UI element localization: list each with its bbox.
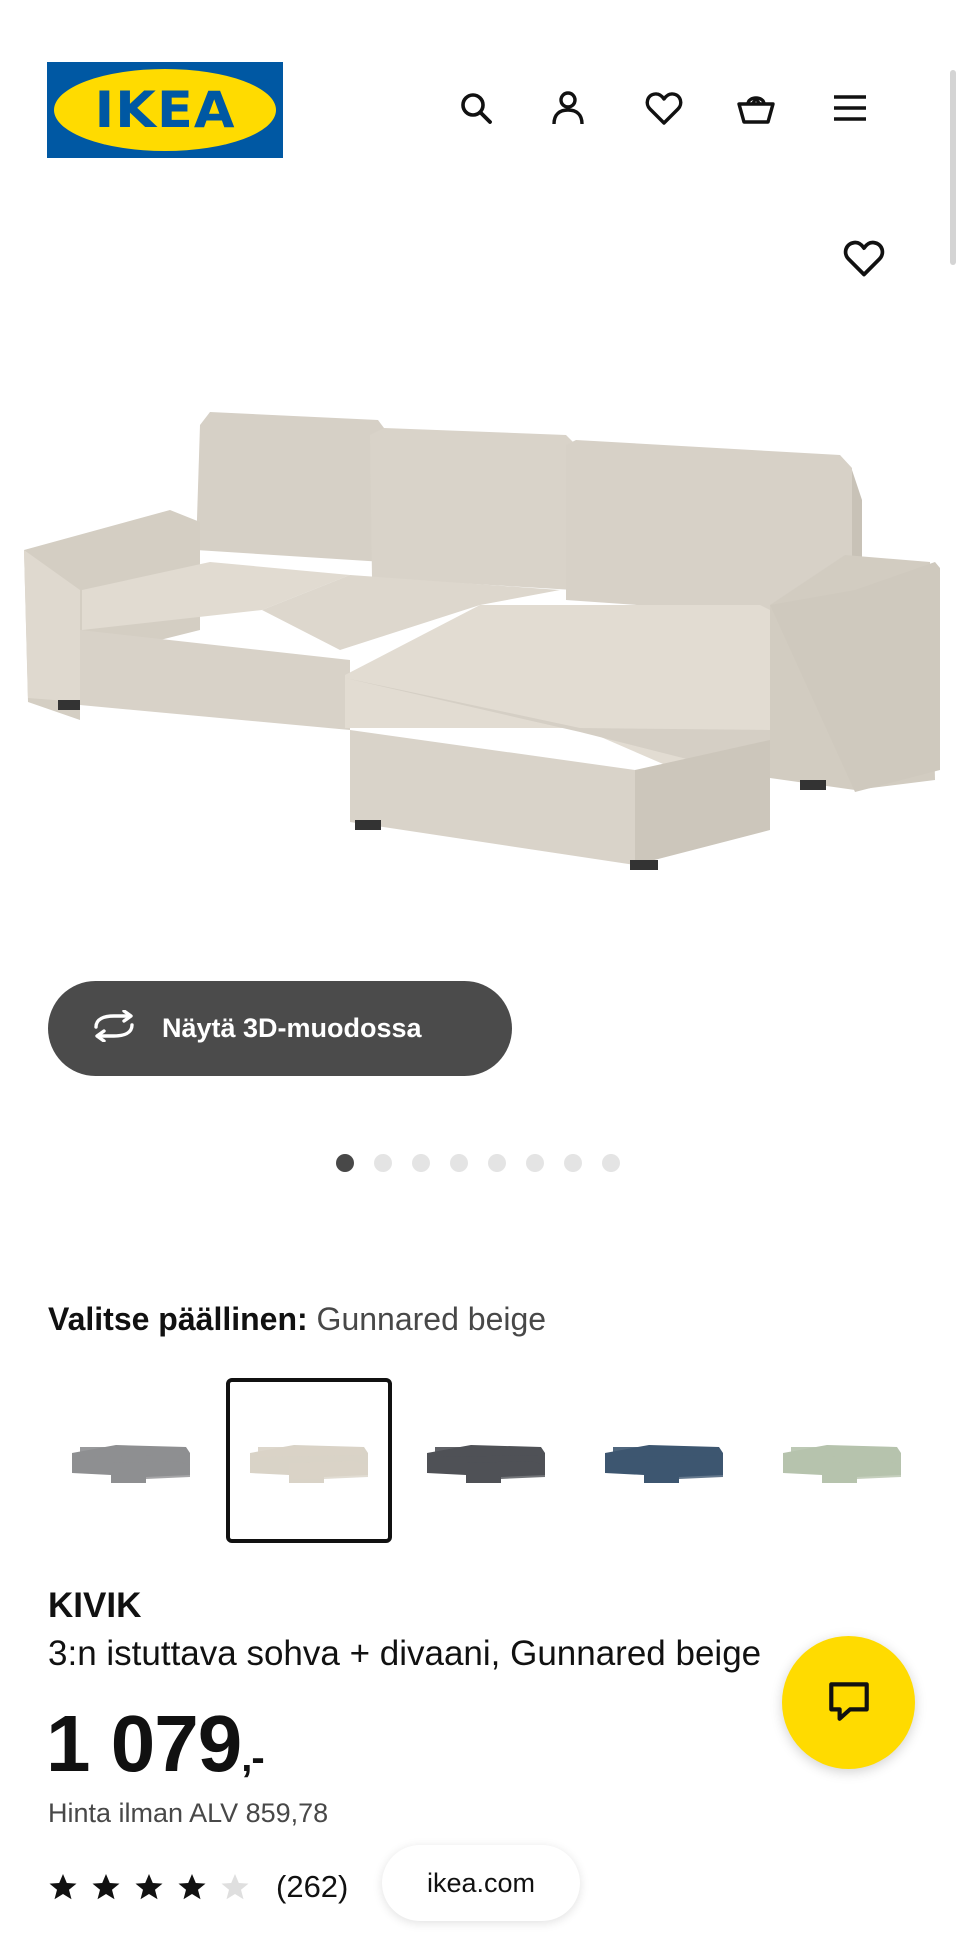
review-count[interactable]: (262) xyxy=(276,1869,348,1905)
page-scrollbar[interactable] xyxy=(950,70,956,265)
url-text: ikea.com xyxy=(426,1867,536,1898)
logo-registered-mark: ® xyxy=(262,78,270,89)
image-pagination xyxy=(336,1154,620,1172)
basket-icon[interactable] xyxy=(734,86,778,130)
star-filled-icon xyxy=(49,1874,77,1900)
chat-button[interactable] xyxy=(782,1636,915,1769)
cover-swatch-beige[interactable] xyxy=(226,1378,392,1543)
price-excl-vat: Hinta ilman ALV 859,78 xyxy=(48,1798,329,1828)
favorite-product-icon[interactable] xyxy=(840,234,888,282)
cover-swatch-gray[interactable] xyxy=(48,1378,214,1543)
site-header: IKEA ® xyxy=(0,0,960,180)
pagination-dot[interactable] xyxy=(374,1154,392,1172)
star-filled-icon xyxy=(92,1874,120,1900)
product-image-sofa[interactable] xyxy=(0,300,960,980)
cover-swatch-blue[interactable] xyxy=(581,1378,747,1543)
rotate-icon xyxy=(88,1009,140,1047)
star-empty-icon xyxy=(221,1874,249,1900)
browser-url-bar[interactable]: ikea.com xyxy=(382,1845,580,1921)
price-suffix: ,- xyxy=(241,1736,264,1780)
ikea-logo[interactable]: IKEA ® xyxy=(47,62,283,158)
star-filled-icon xyxy=(178,1874,206,1900)
cover-label: Valitse päällinen: xyxy=(48,1301,308,1337)
cover-swatch-list xyxy=(48,1378,960,1543)
star-filled-icon xyxy=(135,1874,163,1900)
pagination-dot[interactable] xyxy=(450,1154,468,1172)
pagination-dot[interactable] xyxy=(564,1154,582,1172)
heart-icon[interactable] xyxy=(642,86,686,130)
view-3d-label: Näytä 3D-muodossa xyxy=(162,1013,422,1043)
cover-swatch-light-green[interactable] xyxy=(759,1378,925,1543)
cover-selector-heading: Valitse päällinen: Gunnared beige xyxy=(48,1301,546,1338)
pagination-dot[interactable] xyxy=(526,1154,544,1172)
pagination-dot[interactable] xyxy=(602,1154,620,1172)
cover-swatch-dark-gray[interactable] xyxy=(403,1378,569,1543)
profile-icon[interactable] xyxy=(546,86,590,130)
product-name: KIVIK xyxy=(48,1586,142,1625)
logo-text: IKEA xyxy=(94,81,236,139)
rating-stars[interactable] xyxy=(48,1872,250,1902)
menu-icon[interactable] xyxy=(828,86,872,130)
pagination-dot[interactable] xyxy=(488,1154,506,1172)
pagination-dot[interactable] xyxy=(336,1154,354,1172)
chat-icon xyxy=(824,1675,874,1730)
pagination-dot[interactable] xyxy=(412,1154,430,1172)
price-main: 1 079 xyxy=(46,1699,242,1788)
logo-oval: IKEA ® xyxy=(54,69,276,151)
view-3d-button[interactable]: Näytä 3D-muodossa xyxy=(48,981,512,1076)
product-description: 3:n istuttava sohva + divaani, Gunnared … xyxy=(48,1634,762,1673)
search-icon[interactable] xyxy=(454,86,498,130)
product-price: 1 079,- xyxy=(46,1698,265,1790)
cover-selected-value: Gunnared beige xyxy=(316,1301,547,1337)
